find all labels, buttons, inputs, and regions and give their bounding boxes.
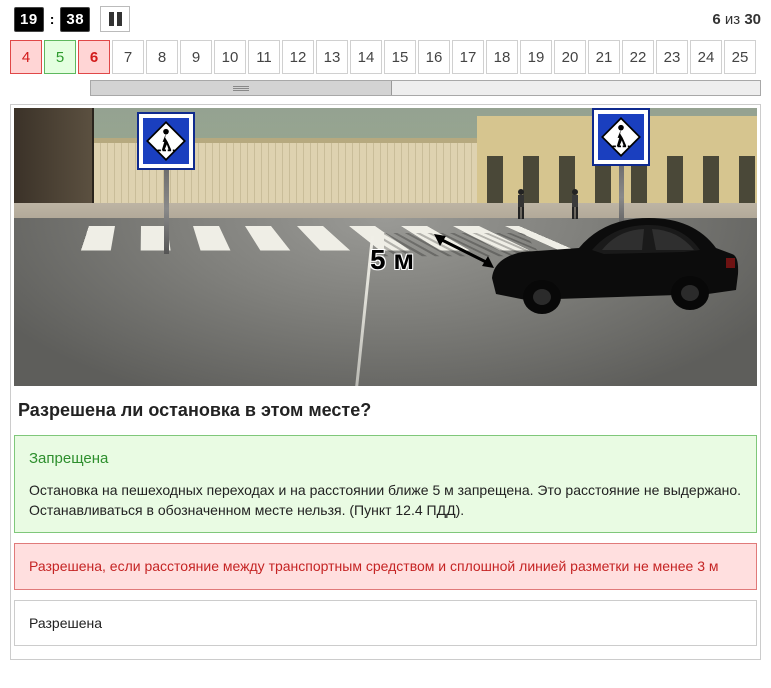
timer-minutes: 19 [14, 7, 44, 32]
progress-indicator: 6 из 30 [712, 11, 761, 28]
question-nav-item[interactable]: 7 [112, 40, 144, 74]
question-nav: 45678910111213141516171819202122232425 [0, 38, 771, 76]
question-nav-item[interactable]: 5 [44, 40, 76, 74]
question-nav-item[interactable]: 10 [214, 40, 246, 74]
timer-colon: : [50, 11, 55, 27]
answer-option[interactable]: Разрешена [14, 600, 757, 646]
timer-seconds: 38 [60, 7, 90, 32]
question-nav-item[interactable]: 6 [78, 40, 110, 74]
answer-option[interactable]: Запрещена Остановка на пешеходных переход… [14, 435, 757, 533]
question-nav-item[interactable]: 19 [520, 40, 552, 74]
question-nav-item[interactable]: 16 [418, 40, 450, 74]
pause-icon [117, 12, 122, 26]
question-image: 5 м [14, 108, 757, 386]
question-nav-item[interactable]: 21 [588, 40, 620, 74]
question-nav-item[interactable]: 18 [486, 40, 518, 74]
question-nav-item[interactable]: 8 [146, 40, 178, 74]
question-nav-item[interactable]: 25 [724, 40, 756, 74]
scrollbar-thumb[interactable] [91, 81, 392, 95]
pedestrian-crossing-sign-icon [139, 114, 193, 168]
question-nav-item[interactable]: 12 [282, 40, 314, 74]
horizontal-scrollbar[interactable] [90, 80, 761, 96]
answer-option[interactable]: Разрешена, если расстояние между транспо… [14, 543, 757, 589]
question-nav-item[interactable]: 22 [622, 40, 654, 74]
question-nav-item[interactable]: 14 [350, 40, 382, 74]
pedestrian-crossing-sign-icon [594, 110, 648, 164]
answer-title: Запрещена [29, 448, 742, 470]
question-nav-item[interactable]: 15 [384, 40, 416, 74]
question-nav-item[interactable]: 9 [180, 40, 212, 74]
pause-button[interactable] [100, 6, 130, 32]
question-nav-item[interactable]: 23 [656, 40, 688, 74]
question-nav-item[interactable]: 17 [452, 40, 484, 74]
answer-title: Разрешена [29, 613, 742, 633]
pause-icon [109, 12, 114, 26]
car-icon [484, 208, 739, 318]
answer-explanation: Остановка на пешеходных переходах и на р… [29, 480, 742, 521]
question-nav-item[interactable]: 4 [10, 40, 42, 74]
question-text: Разрешена ли остановка в этом месте? [14, 386, 757, 435]
question-nav-item[interactable]: 24 [690, 40, 722, 74]
answer-title: Разрешена, если расстояние между транспо… [29, 556, 742, 576]
question-nav-item[interactable]: 11 [248, 40, 280, 74]
question-nav-item[interactable]: 13 [316, 40, 348, 74]
dimension-label: 5 м [370, 244, 414, 276]
question-nav-item[interactable]: 20 [554, 40, 586, 74]
